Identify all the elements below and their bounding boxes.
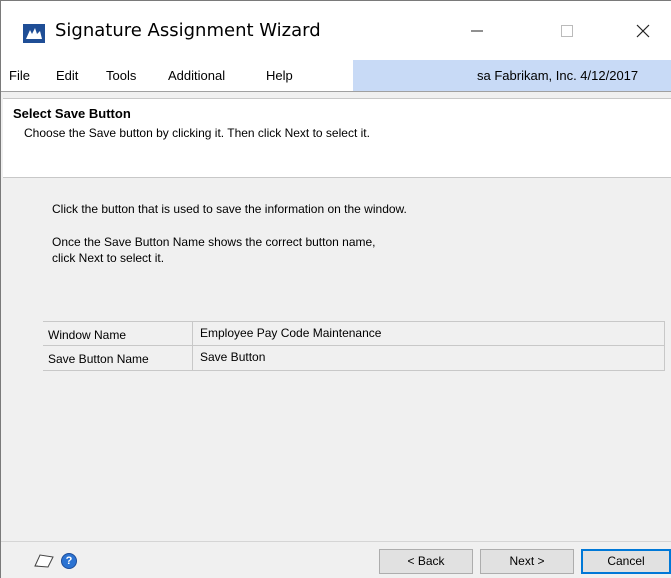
- window-name-row: Window Name Employee Pay Code Maintenanc…: [43, 321, 665, 346]
- minimize-icon: [471, 30, 483, 32]
- menu-tools[interactable]: Tools: [106, 68, 136, 83]
- menu-bar: File Edit Tools Additional Help sa Fabri…: [1, 58, 671, 91]
- instruction-line-2: Once the Save Button Name shows the corr…: [52, 235, 376, 249]
- footer-separator: [1, 541, 671, 542]
- step-title: Select Save Button: [13, 106, 131, 121]
- save-button-name-row: Save Button Name Save Button: [43, 346, 665, 371]
- minimize-button[interactable]: [457, 15, 497, 47]
- instruction-line-1: Click the button that is used to save th…: [52, 202, 407, 216]
- menu-edit[interactable]: Edit: [56, 68, 78, 83]
- menu-additional[interactable]: Additional: [168, 68, 225, 83]
- menu-help[interactable]: Help: [266, 68, 293, 83]
- maximize-icon: [561, 25, 573, 37]
- title-bar[interactable]: Signature Assignment Wizard: [1, 1, 671, 58]
- step-description: Choose the Save button by clicking it. T…: [24, 126, 370, 140]
- close-button[interactable]: [623, 15, 663, 47]
- wizard-window: Signature Assignment Wizard File Edit To…: [0, 0, 671, 578]
- step-header: Select Save Button Choose the Save butto…: [3, 98, 671, 178]
- note-icon[interactable]: [34, 554, 54, 568]
- window-name-label: Window Name: [43, 322, 193, 346]
- close-icon: [636, 24, 650, 38]
- back-button[interactable]: < Back: [379, 549, 473, 574]
- cancel-button[interactable]: Cancel: [581, 549, 671, 574]
- window-title: Signature Assignment Wizard: [55, 20, 321, 41]
- field-grid: Window Name Employee Pay Code Maintenanc…: [43, 321, 665, 371]
- menu-file[interactable]: File: [9, 68, 30, 83]
- maximize-button[interactable]: [547, 15, 587, 47]
- instruction-line-3: click Next to select it.: [52, 251, 165, 265]
- window-name-value: Employee Pay Code Maintenance: [193, 322, 665, 346]
- user-company-date: sa Fabrikam, Inc. 4/12/2017: [477, 68, 639, 83]
- help-icon[interactable]: ?: [61, 553, 77, 569]
- app-icon: [23, 24, 45, 43]
- menu-separator: [1, 91, 671, 92]
- save-button-name-value: Save Button: [193, 346, 665, 370]
- save-button-name-label: Save Button Name: [43, 346, 193, 370]
- next-button[interactable]: Next >: [480, 549, 574, 574]
